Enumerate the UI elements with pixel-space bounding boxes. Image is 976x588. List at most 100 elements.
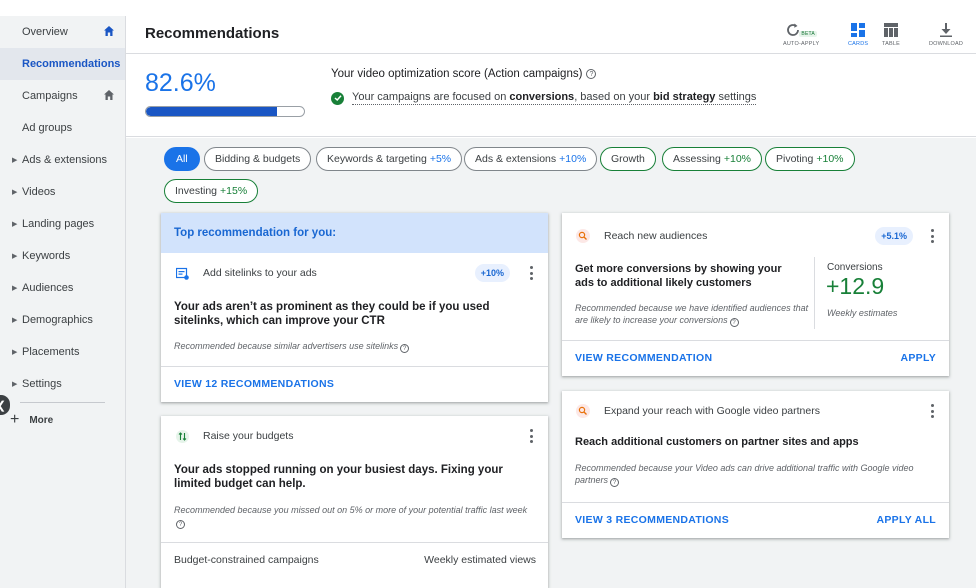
optimization-score-value: 82.6% <box>145 69 216 97</box>
cards-view-button[interactable]: CARDS <box>848 19 868 47</box>
sidebar-item-videos[interactable]: ▶ Videos <box>0 176 125 208</box>
chip-label: Assessing <box>673 153 721 165</box>
sidebar-item-campaigns[interactable]: Campaigns <box>0 80 125 112</box>
card-title: Reach new audiences <box>604 230 708 242</box>
score-status-text[interactable]: Your campaigns are focused on conversion… <box>352 91 757 105</box>
apply-button[interactable]: APPLY <box>900 352 936 364</box>
sidebar-item-keywords[interactable]: ▶ Keywords <box>0 240 125 272</box>
help-icon[interactable]: ? <box>610 478 620 487</box>
caret-right-icon: ▶ <box>12 253 18 260</box>
sidebar-item-overview[interactable]: Overview <box>0 16 125 48</box>
metric-value: +12.9 <box>826 273 885 299</box>
reason-text: Recommended because your Video ads can d… <box>575 463 914 485</box>
chip-label: Pivoting <box>776 153 814 165</box>
sidebar-item-demographics[interactable]: ▶ Demographics <box>0 304 125 336</box>
auto-apply-label: AUTO-APPLY <box>783 41 820 47</box>
filter-chip-keywords[interactable]: Keywords & targeting +5% <box>316 147 463 171</box>
video-partners-card: Expand your reach with Google video part… <box>562 391 949 538</box>
table-view-button[interactable]: TABLE <box>882 19 900 47</box>
filter-chip-ads[interactable]: Ads & extensions +10% <box>464 147 598 171</box>
sidebar: Overview Recommendations Campaigns Ad gr… <box>0 16 126 588</box>
home-icon <box>104 90 114 100</box>
help-icon[interactable]: ? <box>586 69 597 79</box>
card-header: Add sitelinks to your ads +10% <box>161 253 548 293</box>
chip-label: Investing <box>175 185 218 197</box>
sidebar-item-placements[interactable]: ▶ Placements <box>0 336 125 368</box>
status-suffix: settings <box>715 91 757 103</box>
view-recommendations-link[interactable]: VIEW 3 RECOMMENDATIONS <box>575 514 729 526</box>
view-recommendation-link[interactable]: VIEW RECOMMENDATION <box>575 352 712 364</box>
search-icon <box>576 229 590 243</box>
sidebar-more-label: More <box>29 414 54 426</box>
sidebar-more-button[interactable]: + More <box>0 403 125 437</box>
status-mid: , based on your <box>574 91 654 103</box>
download-button[interactable]: DOWNLOAD <box>929 19 963 47</box>
view-recommendations-link[interactable]: VIEW 12 RECOMMENDATIONS <box>174 378 334 390</box>
sidebar-item-label: Recommendations <box>22 58 121 70</box>
sidebar-item-ad-groups[interactable]: Ad groups <box>0 112 125 144</box>
help-icon[interactable]: ? <box>400 344 410 353</box>
page-title: Recommendations <box>145 25 280 42</box>
plus-icon: + <box>10 411 20 428</box>
reach-new-audiences-card: Reach new audiences +5.1% Get more conve… <box>562 213 949 376</box>
sidebar-item-label: Settings <box>22 378 62 390</box>
filter-chip-investing[interactable]: Investing +15% <box>164 179 259 203</box>
top-recommendation-card: Top recommendation for you: Add sitelink… <box>161 213 548 402</box>
filter-chip-growth[interactable]: Growth <box>600 147 656 171</box>
sidebar-item-settings[interactable]: ▶ Settings <box>0 368 125 400</box>
chip-label: Bidding & budgets <box>215 153 301 165</box>
card-description: Your ads aren’t as prominent as they cou… <box>174 301 490 327</box>
auto-apply-button[interactable]: BETA AUTO-APPLY <box>783 19 819 47</box>
caret-right-icon: ▶ <box>12 285 18 292</box>
chip-label: Growth <box>611 153 645 165</box>
beta-badge: BETA <box>799 31 817 37</box>
sidebar-item-label: Campaigns <box>22 90 78 102</box>
sidebar-item-label: Keywords <box>22 250 71 262</box>
metric-label: Conversions <box>827 262 883 273</box>
more-vert-icon[interactable] <box>530 429 534 443</box>
search-icon <box>576 404 590 418</box>
sidebar-item-label: Overview <box>22 26 68 38</box>
caret-right-icon: ▶ <box>12 189 18 196</box>
filter-chip-assessing[interactable]: Assessing +10% <box>662 147 763 171</box>
column-header-views: Weekly estimated views <box>424 554 536 566</box>
cards-label: CARDS <box>848 41 869 47</box>
card-footer: VIEW 3 RECOMMENDATIONS APPLY ALL <box>562 502 949 538</box>
card-header: Raise your budgets <box>161 416 548 456</box>
optimization-score-title: Your video optimization score (Action ca… <box>331 68 597 80</box>
sidebar-item-label: Ads & extensions <box>22 154 107 166</box>
reason-text: Recommended because similar advertisers … <box>174 341 399 351</box>
metric-divider <box>814 257 815 329</box>
budget-arrows-icon <box>175 429 189 443</box>
sidebar-item-ads-extensions[interactable]: ▶ Ads & extensions <box>0 144 125 176</box>
recommendations-content: All Bidding & budgets Keywords & targeti… <box>126 138 976 588</box>
card-description: Reach additional customers on partner si… <box>575 436 859 448</box>
chip-score: +10% <box>559 153 587 165</box>
help-icon[interactable]: ? <box>176 520 185 529</box>
sidebar-item-label: Ad groups <box>22 122 73 134</box>
status-prefix: Your campaigns are focused on <box>352 91 510 103</box>
chip-score: +15% <box>220 185 248 197</box>
more-vert-icon[interactable] <box>931 404 935 418</box>
sidebar-item-landing-pages[interactable]: ▶ Landing pages <box>0 208 125 240</box>
card-reason: Recommended because we have identified a… <box>575 302 810 327</box>
caret-right-icon: ▶ <box>12 157 18 164</box>
reason-text: Recommended because we have identified a… <box>575 303 809 325</box>
help-icon[interactable]: ? <box>729 318 739 327</box>
sidebar-item-audiences[interactable]: ▶ Audiences <box>0 272 125 304</box>
caret-right-icon: ▶ <box>12 349 18 356</box>
more-vert-icon[interactable] <box>530 266 534 280</box>
filter-chip-bidding[interactable]: Bidding & budgets <box>204 147 312 171</box>
sidebar-item-label: Audiences <box>22 282 74 294</box>
filter-chip-all[interactable]: All <box>164 147 200 171</box>
chip-score: +10% <box>723 153 752 165</box>
home-icon <box>104 26 114 36</box>
metric-subtitle: Weekly estimates <box>827 308 898 318</box>
apply-all-button[interactable]: APPLY ALL <box>877 514 937 526</box>
filter-chip-pivoting[interactable]: Pivoting +10% <box>765 147 855 171</box>
chip-label: All <box>176 153 188 165</box>
caret-right-icon: ▶ <box>12 381 18 388</box>
score-title-text: Your video optimization score (Action ca… <box>331 68 583 80</box>
more-vert-icon[interactable] <box>931 229 935 243</box>
sidebar-item-recommendations[interactable]: Recommendations <box>0 48 125 80</box>
